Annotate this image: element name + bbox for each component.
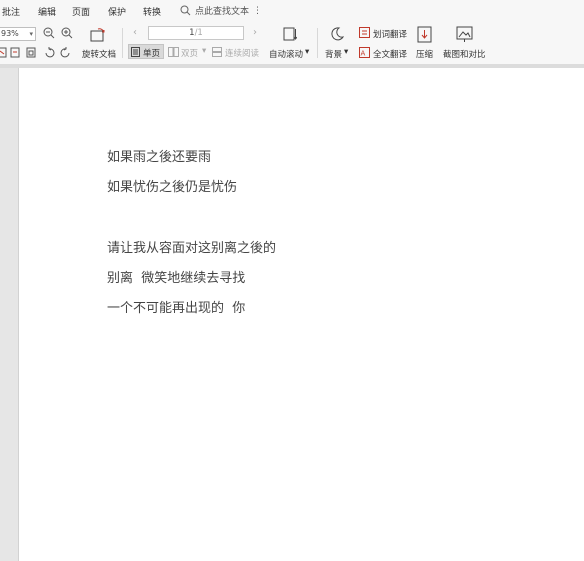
double-page-label[interactable]: 双页 xyxy=(181,47,198,59)
auto-scroll-label[interactable]: 自动滚动 xyxy=(269,48,303,60)
word-translate-label[interactable]: 划词翻译 xyxy=(373,28,407,40)
chevron-down-icon: ▾ xyxy=(202,46,207,56)
document-line: 如果雨之後还要雨 xyxy=(107,150,212,165)
rotate-document-label[interactable]: 旋转文档 xyxy=(82,48,116,60)
double-page-icon xyxy=(168,47,179,60)
page-total: /1 xyxy=(194,28,203,38)
screenshot-compare-label[interactable]: 截图和对比 xyxy=(443,48,486,60)
prev-page-icon[interactable]: ‹ xyxy=(133,27,137,38)
page-number-input[interactable]: 1/1 xyxy=(148,26,244,40)
separator xyxy=(317,28,318,58)
auto-scroll-icon[interactable] xyxy=(281,26,298,45)
menu-annotate[interactable]: 批注 xyxy=(2,5,20,18)
zoom-out-icon[interactable] xyxy=(43,27,55,42)
rotate-document-icon[interactable] xyxy=(89,25,107,46)
single-page-label: 单页 xyxy=(143,49,161,59)
continuous-read-label[interactable]: 连续阅读 xyxy=(225,47,259,59)
menu-protect[interactable]: 保护 xyxy=(108,5,126,18)
fit-width-icon[interactable] xyxy=(10,47,20,61)
document-line: 请让我从容面对这别离之後的 xyxy=(107,241,277,256)
svg-text:A: A xyxy=(361,50,366,58)
full-translate-icon[interactable]: A xyxy=(359,47,370,61)
toolbar: 93% ▾ 旋转文档 ‹ 1/1 › 单页 双页 ▾ 连续阅读 自动滚动 ▾ 背… xyxy=(0,22,584,64)
actual-size-icon[interactable] xyxy=(26,47,36,61)
document-line: 如果忧伤之後仍是忧伤 xyxy=(107,180,238,195)
fit-page-icon[interactable] xyxy=(0,47,7,61)
find-text-search[interactable]: 点此查找文本 ⋮ xyxy=(180,4,262,17)
single-page-icon xyxy=(131,47,140,60)
search-label: 点此查找文本 xyxy=(195,7,250,17)
zoom-value: 93% xyxy=(1,29,19,38)
chevron-down-icon: ▾ xyxy=(305,47,310,57)
document-line: 别离 微笑地继续去寻找 xyxy=(107,271,246,286)
separator xyxy=(122,28,123,58)
menu-page[interactable]: 页面 xyxy=(72,5,90,18)
document-line: 一个不可能再出现的 你 xyxy=(107,301,246,316)
chevron-down-icon: ▾ xyxy=(29,30,33,38)
search-icon xyxy=(180,5,191,16)
zoom-select[interactable]: 93% ▾ xyxy=(0,27,36,41)
compress-label[interactable]: 压缩 xyxy=(416,48,433,60)
rotate-right-icon[interactable] xyxy=(60,47,71,61)
document-page: 如果雨之後还要雨 如果忧伤之後仍是忧伤 请让我从容面对这别离之後的 别离 微笑地… xyxy=(18,68,584,561)
rotate-left-icon[interactable] xyxy=(44,47,55,61)
screenshot-compare-icon[interactable] xyxy=(456,26,473,45)
menu-bar: 批注 编辑 页面 保护 转换 点此查找文本 ⋮ xyxy=(0,0,584,22)
menu-convert[interactable]: 转换 xyxy=(143,5,161,18)
background-label[interactable]: 背景 xyxy=(325,48,342,60)
menu-edit[interactable]: 编辑 xyxy=(38,5,56,18)
full-translate-label[interactable]: 全文翻译 xyxy=(373,48,407,60)
zoom-in-icon[interactable] xyxy=(61,27,73,42)
more-icon[interactable]: ⋮ xyxy=(253,6,262,16)
word-translate-icon[interactable] xyxy=(359,27,370,41)
moon-icon[interactable] xyxy=(329,26,345,45)
left-gutter xyxy=(0,68,18,561)
continuous-read-icon xyxy=(212,47,222,60)
next-page-icon[interactable]: › xyxy=(253,27,257,38)
chevron-down-icon: ▾ xyxy=(344,47,349,57)
compress-icon[interactable] xyxy=(417,26,432,46)
